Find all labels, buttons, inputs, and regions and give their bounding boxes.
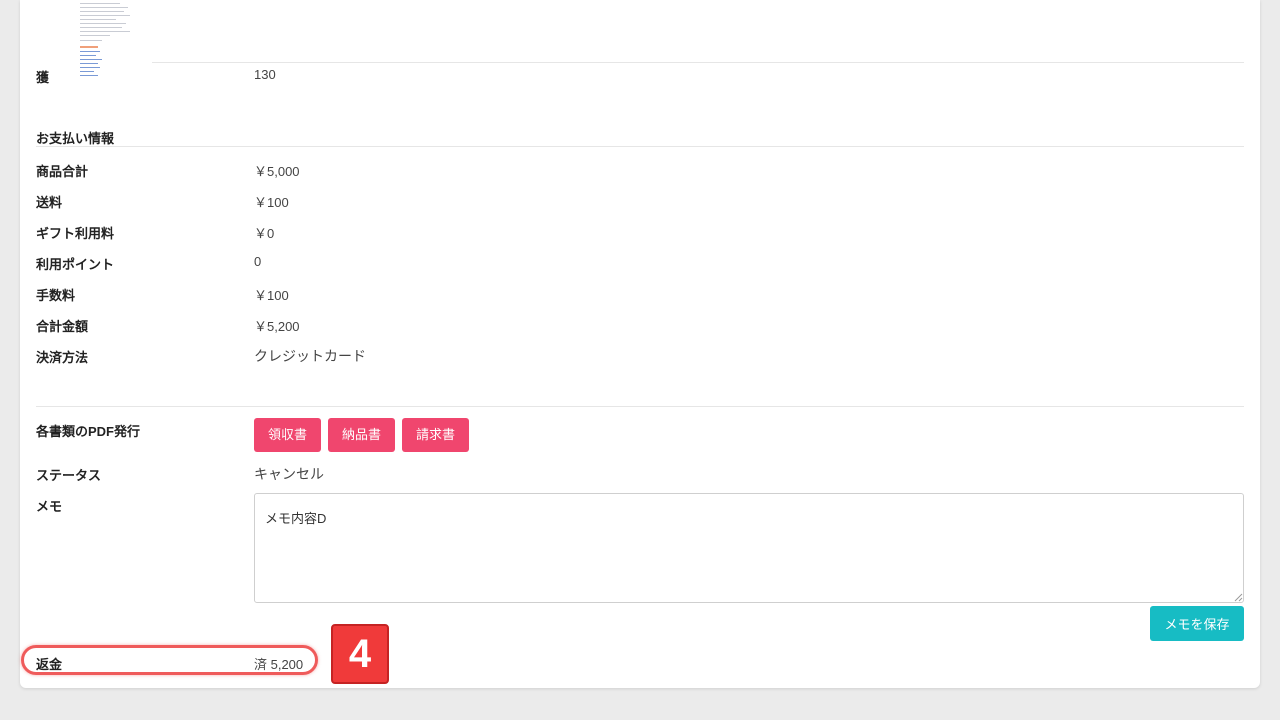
divider (152, 62, 1244, 63)
payment-method-value: クレジットカード (254, 348, 366, 364)
points-used-value: 0 (254, 254, 262, 269)
partial-row-value: 130 (254, 67, 276, 82)
receipt-pdf-button[interactable]: 領収書 (254, 418, 322, 452)
gift-fee-value: ￥0 (254, 226, 275, 241)
divider (36, 146, 1244, 147)
invoice-pdf-button[interactable]: 請求書 (402, 418, 470, 452)
refund-highlight-oval (21, 645, 318, 675)
status-value: キャンセル (254, 466, 324, 482)
memo-textarea[interactable]: メモ内容D (254, 493, 1244, 603)
divider (36, 406, 1244, 407)
delivery-note-pdf-button[interactable]: 納品書 (328, 418, 396, 452)
save-memo-button[interactable]: メモを保存 (1150, 606, 1244, 641)
handling-fee-value: ￥100 (254, 288, 289, 303)
total-amount-value: ￥5,200 (254, 319, 300, 334)
handling-fee-label: 手数料 (36, 288, 76, 303)
step-number-badge: 4 (331, 624, 389, 684)
payment-method-label: 決済方法 (36, 350, 89, 365)
points-used-label: 利用ポイント (36, 257, 115, 272)
payment-section-title: お支払い情報 (36, 131, 115, 146)
status-label: ステータス (36, 468, 102, 483)
total-amount-label: 合計金額 (36, 319, 89, 334)
shipping-label: 送料 (36, 195, 63, 210)
partial-row-label: 獲 (36, 70, 50, 85)
shipping-value: ￥100 (254, 195, 289, 210)
resize-grip-icon[interactable] (1234, 593, 1243, 602)
subtotal-label: 商品合計 (36, 164, 89, 179)
document-thumbnail (76, 0, 132, 78)
memo-label: メモ (36, 499, 63, 514)
gift-fee-label: ギフト利用料 (36, 226, 115, 241)
subtotal-value: ￥5,000 (254, 164, 300, 179)
pdf-issue-label: 各書類のPDF発行 (36, 424, 141, 439)
